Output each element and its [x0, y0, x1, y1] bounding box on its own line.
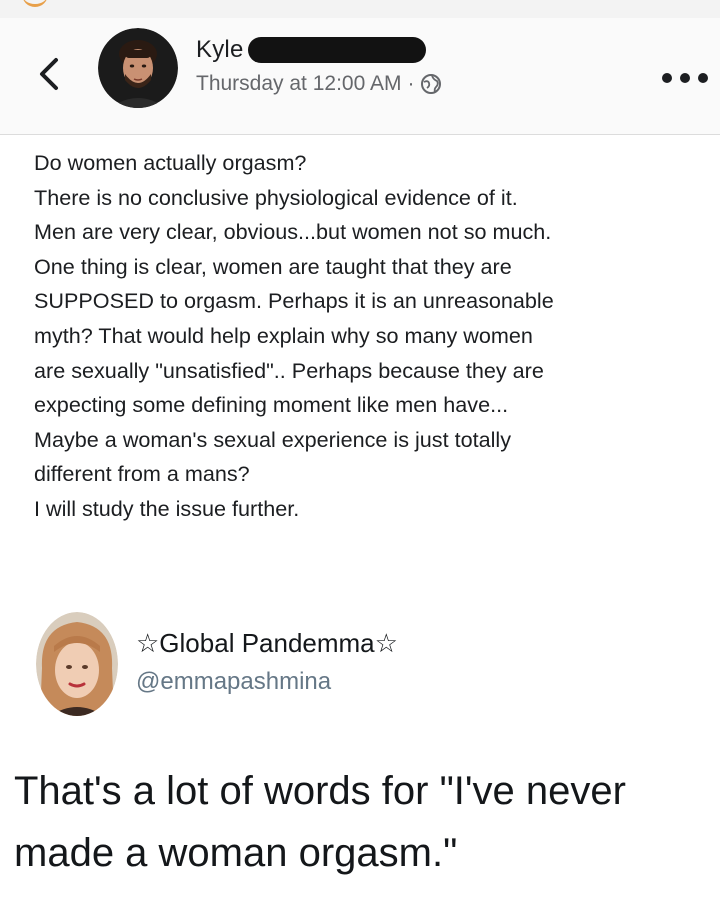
post-body-line: expecting some defining moment like men …: [34, 392, 509, 418]
tweet-text: That's a lot of words for "I've never ma…: [14, 760, 714, 884]
edge-mark: [712, 636, 718, 646]
tweet-display-name[interactable]: ☆Global Pandemma☆: [136, 628, 398, 659]
author-name[interactable]: Kyle: [196, 36, 244, 64]
post-body: Do women actually orgasm? There is no co…: [34, 146, 710, 527]
chevron-left-icon: [40, 58, 58, 90]
tweet-author-avatar[interactable]: [36, 612, 118, 716]
post-body-line: Men are very clear, obvious...but women …: [34, 219, 552, 245]
post-body-line: Do women actually orgasm?: [34, 150, 307, 175]
post-header: Kyle Thursday at 12:00 AM ·: [0, 18, 720, 135]
screenshot-page: Kyle Thursday at 12:00 AM · Do women act…: [0, 0, 720, 924]
meta-separator: ·: [407, 72, 415, 95]
author-name-row: Kyle: [196, 36, 426, 64]
more-dot: [662, 73, 672, 83]
author-avatar[interactable]: [98, 28, 178, 108]
post-body-line: There is no conclusive physiological evi…: [34, 184, 518, 210]
more-dot: [698, 73, 708, 83]
globe-icon: [420, 73, 442, 95]
more-options-button[interactable]: [662, 68, 708, 88]
post-body-line: I will study the issue further.: [34, 495, 300, 521]
post-body-line: different from a mans?: [34, 461, 250, 487]
orange-arc-decoration: [22, 0, 48, 7]
more-dot: [680, 73, 690, 83]
top-strip: [0, 0, 720, 19]
post-timestamp[interactable]: Thursday at 12:00 AM: [196, 72, 401, 96]
tweet-handle[interactable]: @emmapashmina: [136, 668, 331, 696]
tweet-text-line: That's a lot of words for "I've never: [14, 769, 626, 813]
post-body-line: myth? That would help explain why so man…: [34, 322, 533, 348]
back-button[interactable]: [34, 56, 64, 92]
tweet-text-line: made a woman orgasm.": [14, 831, 458, 875]
post-meta: Thursday at 12:00 AM ·: [196, 72, 442, 96]
post-body-line: Maybe a woman's sexual experience is jus…: [34, 426, 512, 452]
redacted-surname-bar: [247, 37, 426, 63]
post-body-line: One thing is clear, women are taught tha…: [34, 253, 512, 279]
post-body-line: SUPPOSED to orgasm. Perhaps it is an unr…: [34, 288, 554, 314]
post-body-line: are sexually "unsatisfied".. Perhaps bec…: [34, 357, 544, 383]
